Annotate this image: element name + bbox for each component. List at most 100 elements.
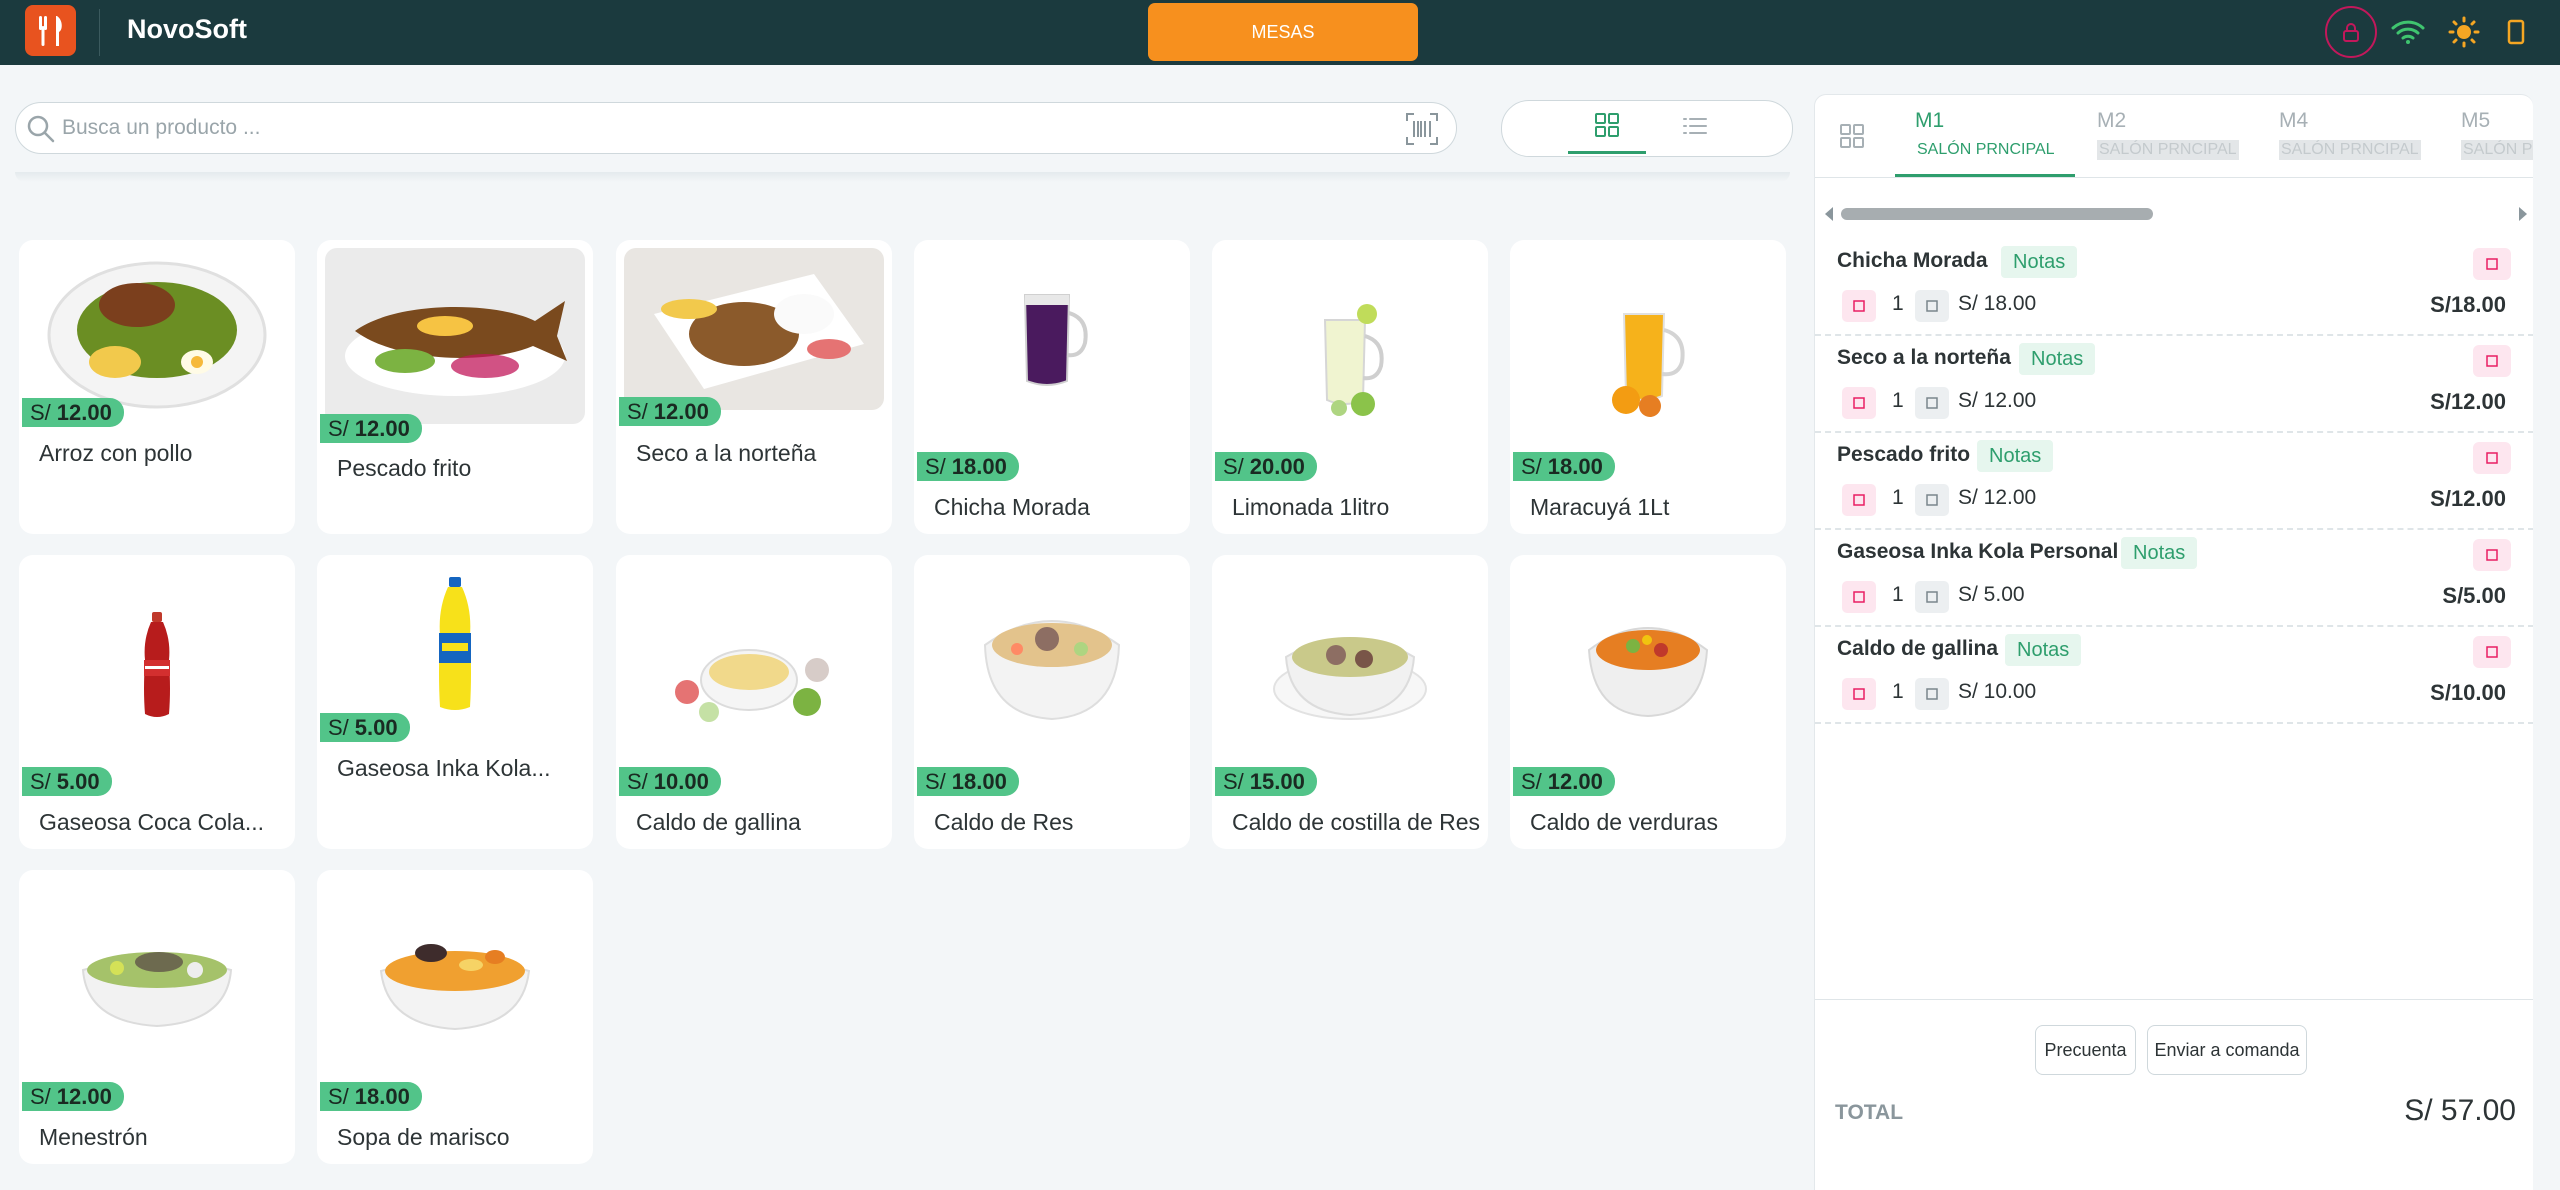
table-zone: SALÓN PRNCIPAL	[1917, 141, 2055, 158]
table-zone: SALÓN PRNCIPAL	[2279, 140, 2421, 160]
notes-button[interactable]: Notas	[2005, 634, 2082, 666]
order-item-name: Pescado frito	[1837, 443, 1971, 466]
notes-button[interactable]: Notas	[2121, 537, 2198, 569]
search-shadow	[15, 172, 1790, 182]
top-bar: NovoSoft MESAS	[0, 0, 2560, 65]
caldo-verduras-image	[1518, 605, 1778, 725]
precuenta-button[interactable]: Precuenta	[2035, 1025, 2136, 1075]
view-toggle	[1501, 100, 1793, 157]
order-item-subtotal: S/10.00	[2430, 680, 2506, 705]
product-card-menestron[interactable]: S/12.00 Menestrón	[19, 870, 295, 1164]
product-card-pescado-frito[interactable]: S/12.00 Pescado frito	[317, 240, 593, 534]
minus-icon[interactable]	[1842, 387, 1876, 419]
list-view-button[interactable]	[1656, 103, 1734, 154]
order-item: Caldo de gallina Notas 1 S/ 10.00 S/10.0…	[1815, 627, 2533, 724]
footer-divider	[1815, 999, 2533, 1000]
order-item-subtotal: S/18.00	[2430, 292, 2506, 317]
product-card-inka-kola[interactable]: S/5.00 Gaseosa Inka Kola...	[317, 555, 593, 849]
order-item-unit-price: S/ 10.00	[1958, 680, 2037, 703]
product-card-caldo-verduras[interactable]: S/12.00 Caldo de verduras	[1510, 555, 1786, 849]
total-label: TOTAL	[1835, 1101, 1904, 1124]
product-card-maracuya[interactable]: S/18.00 Maracuyá 1Lt	[1510, 240, 1786, 534]
price-badge: S/18.00	[917, 452, 1019, 481]
order-item-unit-price: S/ 12.00	[1958, 389, 2037, 412]
product-name: Sopa de marisco	[337, 1124, 510, 1150]
order-panel: M1 SALÓN PRNCIPAL M2 SALÓN PRNCIPAL M4 S…	[1814, 94, 2533, 1190]
product-card-limonada[interactable]: S/20.00 Limonada 1litro	[1212, 240, 1488, 534]
notes-button[interactable]: Notas	[2019, 343, 2096, 375]
order-item-unit-price: S/ 12.00	[1958, 486, 2037, 509]
notes-button[interactable]: Notas	[2001, 246, 2078, 278]
order-item-name: Caldo de gallina	[1837, 637, 1999, 660]
phone-icon[interactable]	[2490, 6, 2542, 58]
minus-icon[interactable]	[1842, 678, 1876, 710]
brand-name: NovoSoft	[127, 14, 247, 44]
plus-icon[interactable]	[1915, 387, 1949, 419]
table-label: M2	[2097, 109, 2127, 132]
table-zone: SALÓN PRNCIPAL	[2097, 140, 2239, 160]
scroll-right-arrow[interactable]	[2519, 207, 2527, 221]
tab-table-m4[interactable]: M4 SALÓN PRNCIPAL	[2259, 95, 2439, 177]
order-item-subtotal: S/5.00	[2442, 583, 2506, 608]
product-name: Pescado frito	[337, 455, 472, 481]
trash-icon[interactable]	[2473, 442, 2511, 474]
plus-icon[interactable]	[1915, 290, 1949, 322]
price-badge: S/12.00	[1513, 767, 1615, 796]
trash-icon[interactable]	[2473, 539, 2511, 571]
product-name: Maracuyá 1Lt	[1530, 494, 1670, 520]
product-name: Gaseosa Inka Kola...	[337, 755, 551, 781]
mesas-button[interactable]: MESAS	[1148, 3, 1418, 61]
order-item-name: Seco a la norteña	[1837, 346, 2011, 369]
limonada-image	[1220, 300, 1480, 420]
product-name: Gaseosa Coca Cola...	[39, 809, 265, 835]
product-card-arroz-con-pollo[interactable]: S/12.00 Arroz con pollo	[19, 240, 295, 534]
product-card-caldo-res[interactable]: S/18.00 Caldo de Res	[914, 555, 1190, 849]
table-label: M5	[2461, 109, 2491, 132]
lock-icon[interactable]	[2325, 6, 2377, 58]
search-input[interactable]	[62, 112, 1362, 144]
tab-table-m1[interactable]: M1 SALÓN PRNCIPAL	[1895, 95, 2075, 177]
total-value: S/ 57.00	[2404, 1094, 2516, 1127]
table-label: M1	[1915, 109, 1945, 132]
product-card-caldo-gallina[interactable]: S/10.00 Caldo de gallina	[616, 555, 892, 849]
grid-view-button[interactable]	[1568, 103, 1646, 154]
search-icon	[26, 114, 56, 149]
product-card-caldo-costilla[interactable]: S/15.00 Caldo de costilla de Res	[1212, 555, 1488, 849]
product-card-sopa-marisco[interactable]: S/18.00 Sopa de marisco	[317, 870, 593, 1164]
trash-icon[interactable]	[2473, 345, 2511, 377]
minus-icon[interactable]	[1842, 581, 1876, 613]
sopa-marisco-image	[325, 920, 585, 1040]
plus-icon[interactable]	[1915, 484, 1949, 516]
barcode-scan-icon[interactable]	[1405, 112, 1439, 151]
product-name: Caldo de costilla de Res	[1232, 809, 1481, 835]
wifi-icon[interactable]	[2382, 6, 2434, 58]
plus-icon[interactable]	[1915, 678, 1949, 710]
enviar-comanda-button[interactable]: Enviar a comanda	[2147, 1025, 2307, 1075]
arroz-con-pollo-image	[27, 248, 287, 412]
table-zone: SALÓN PRNCIPAL	[2461, 140, 2533, 160]
product-card-chicha-morada[interactable]: S/18.00 Chicha Morada	[914, 240, 1190, 534]
tab-table-m5[interactable]: M5 SALÓN PRNCIPAL	[2441, 95, 2533, 177]
plus-icon[interactable]	[1915, 581, 1949, 613]
trash-icon[interactable]	[2473, 248, 2511, 280]
coca-cola-image	[27, 605, 287, 725]
topbar-divider	[99, 9, 100, 56]
sun-icon[interactable]	[2438, 6, 2490, 58]
price-badge: S/15.00	[1215, 767, 1317, 796]
trash-icon[interactable]	[2473, 636, 2511, 668]
minus-icon[interactable]	[1842, 290, 1876, 322]
tabs-scrollbar[interactable]	[1841, 208, 2153, 220]
scroll-left-arrow[interactable]	[1825, 207, 1833, 221]
minus-icon[interactable]	[1842, 484, 1876, 516]
product-card-seco-norteña[interactable]: S/12.00 Seco a la norteña	[616, 240, 892, 534]
list-icon	[1682, 115, 1708, 142]
price-badge: S/5.00	[320, 713, 410, 742]
product-card-coca-cola[interactable]: S/5.00 Gaseosa Coca Cola...	[19, 555, 295, 849]
pescado-frito-image	[325, 248, 585, 424]
notes-button[interactable]: Notas	[1977, 440, 2054, 472]
product-name: Chicha Morada	[934, 494, 1090, 520]
tables-grid-icon[interactable]	[1839, 123, 1865, 154]
tab-table-m2[interactable]: M2 SALÓN PRNCIPAL	[2077, 95, 2257, 177]
menestron-image	[27, 925, 287, 1035]
order-item: Chicha Morada Notas 1 S/ 18.00 S/18.00	[1815, 239, 2533, 336]
